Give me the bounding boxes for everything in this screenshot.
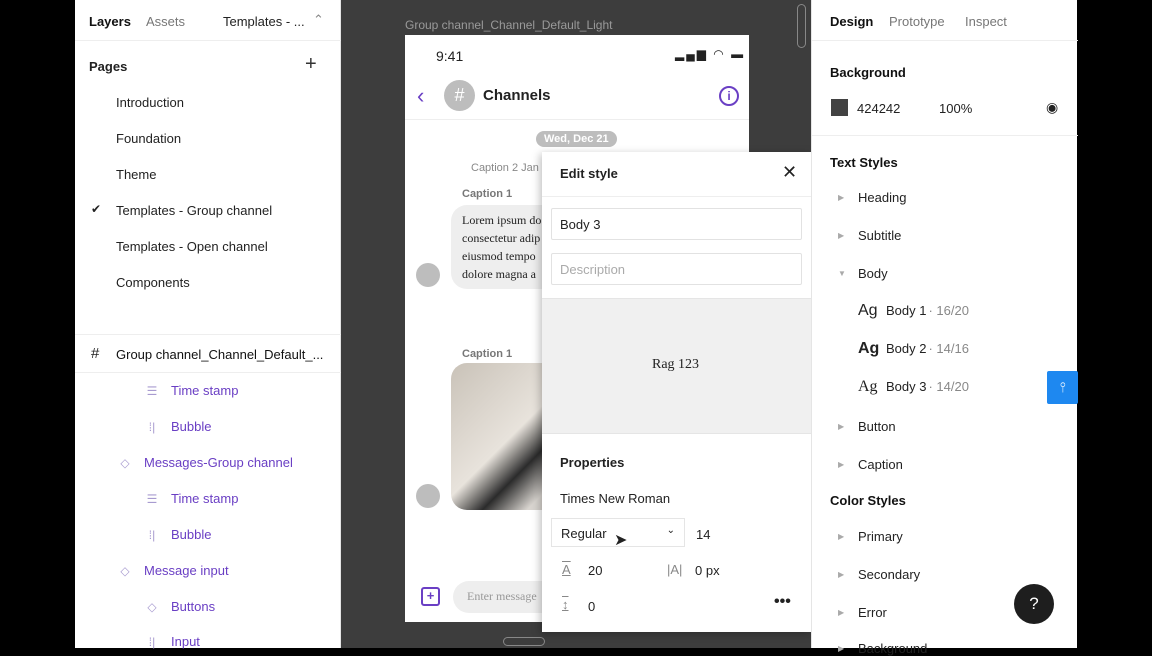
style-preview: Rag 123	[652, 357, 700, 372]
line-height-icon: A	[562, 562, 571, 577]
component-instance-icon: ◇	[120, 563, 130, 578]
dialog-title: Edit style	[560, 166, 618, 181]
page-item[interactable]: Components	[116, 275, 190, 290]
chevron-down-icon: ⌄	[666, 525, 675, 536]
caption: Caption 2 Jan	[471, 162, 539, 174]
font-size-input[interactable]: 14	[696, 527, 710, 542]
letter-spacing-icon: |A|	[667, 562, 683, 577]
pages-title: Pages	[89, 59, 128, 74]
paragraph-spacing-icon: ↕	[562, 597, 569, 612]
text-lines-icon: ☰	[146, 383, 158, 398]
text-style-body-3[interactable]: Ag Body 3 · 14/20	[858, 378, 969, 396]
layer-item[interactable]: ◇ Buttons	[145, 599, 215, 614]
tab-inspect[interactable]: Inspect	[965, 14, 1007, 29]
tab-prototype[interactable]: Prototype	[889, 14, 945, 29]
color-swatch[interactable]	[831, 99, 848, 116]
color-group-error[interactable]: ▶ Error	[838, 605, 887, 620]
chevron-up-icon[interactable]: ⌃	[313, 12, 324, 28]
font-family-select[interactable]: Times New Roman	[560, 491, 670, 506]
edit-style-icon[interactable]: ⫯	[1047, 371, 1078, 404]
help-button[interactable]: ?	[1014, 584, 1054, 624]
auto-layout-icon: ⁞|	[148, 419, 156, 434]
sender-caption: Caption 1	[462, 348, 513, 360]
channel-avatar: #	[444, 80, 475, 111]
back-icon[interactable]: ‹	[417, 83, 424, 109]
component-instance-icon: ◇	[147, 599, 157, 614]
layer-item[interactable]: ⁞| Input	[145, 634, 200, 649]
canvas[interactable]: Group channel_Channel_Default_Light 9:41…	[341, 0, 811, 648]
page-item[interactable]: Templates - Open channel	[116, 239, 268, 254]
layer-item[interactable]: ☰ Time stamp	[145, 491, 239, 506]
text-styles-title: Text Styles	[830, 155, 898, 170]
user-avatar-icon	[416, 263, 440, 287]
page-dropdown[interactable]: Templates - ...	[223, 14, 305, 29]
paragraph-spacing-input[interactable]: 0	[588, 599, 595, 614]
auto-layout-icon: ⁞|	[148, 634, 156, 649]
more-options-icon[interactable]: •••	[774, 593, 791, 611]
layer-item[interactable]: ◇ Message input	[118, 563, 228, 578]
add-attachment-icon[interactable]: +	[421, 587, 440, 606]
properties-title: Properties	[560, 455, 625, 470]
style-group-caption[interactable]: ▶ Caption	[838, 457, 903, 472]
frame-label[interactable]: Group channel_Channel_Default_Light	[405, 18, 613, 32]
bg-opacity[interactable]: 100%	[939, 101, 972, 116]
tab-assets[interactable]: Assets	[146, 14, 185, 29]
page-item[interactable]: Theme	[116, 167, 156, 182]
info-icon[interactable]: i	[719, 86, 739, 106]
status-icons: ▂▄▆ ◠ ▬	[675, 47, 746, 61]
style-group-button[interactable]: ▶ Button	[838, 419, 896, 434]
style-group-body[interactable]: ▼ Body	[838, 266, 888, 281]
add-page-icon[interactable]: +	[305, 53, 317, 76]
design-panel: Design Prototype Inspect Background 4242…	[811, 0, 1078, 656]
tab-layers[interactable]: Layers	[89, 14, 131, 29]
sender-caption: Caption 1	[462, 188, 513, 200]
style-group-heading[interactable]: ▶ Heading	[838, 190, 906, 205]
scrollbar[interactable]	[797, 4, 806, 48]
status-time: 9:41	[436, 48, 464, 64]
page-item[interactable]: Foundation	[116, 131, 181, 146]
background-title: Background	[830, 65, 906, 80]
layer-item[interactable]: ◇ Messages-Group channel	[118, 455, 292, 470]
layers-panel: Layers Assets Templates - ... ⌃ Pages + …	[75, 0, 341, 649]
close-icon[interactable]: ✕	[782, 162, 797, 183]
color-group-secondary[interactable]: ▶ Secondary	[838, 567, 920, 582]
text-style-body-2[interactable]: Ag Body 2 · 14/16	[858, 340, 969, 358]
color-group-primary[interactable]: ▶ Primary	[838, 529, 903, 544]
layer-item[interactable]: ☰ Time stamp	[145, 383, 239, 398]
page-item[interactable]: Introduction	[116, 95, 184, 110]
layer-item[interactable]: ⁞| Bubble	[145, 527, 212, 542]
line-height-input[interactable]: 20	[588, 563, 602, 578]
eye-icon[interactable]: ◉	[1046, 99, 1058, 116]
channel-title: Channels	[483, 87, 551, 104]
text-lines-icon: ☰	[146, 491, 158, 506]
style-name-input[interactable]: Body 3	[551, 208, 802, 240]
scrollbar-horizontal[interactable]	[503, 637, 545, 646]
letter-spacing-input[interactable]: 0 px	[695, 563, 720, 578]
mouse-cursor: ➤	[614, 532, 628, 549]
layer-item[interactable]: ⁞| Bubble	[145, 419, 212, 434]
tab-design[interactable]: Design	[830, 14, 873, 29]
bg-color-hex[interactable]: 424242	[857, 101, 900, 116]
description-input[interactable]: Description	[551, 253, 802, 285]
user-avatar-icon	[416, 484, 440, 508]
edit-style-dialog: Edit style ✕ Body 3 Description Rag 123 …	[542, 152, 811, 632]
style-group-subtitle[interactable]: ▶ Subtitle	[838, 228, 901, 243]
auto-layout-icon: ⁞|	[148, 527, 156, 542]
text-style-body-1[interactable]: Ag Body 1 · 16/20	[858, 302, 969, 320]
page-item-current[interactable]: Templates - Group channel	[116, 203, 272, 218]
color-styles-title: Color Styles	[830, 493, 906, 508]
component-instance-icon: ◇	[120, 455, 130, 470]
color-group-background[interactable]: ▶ Background	[838, 641, 927, 656]
frame-icon: #	[91, 345, 100, 362]
layer-frame[interactable]: Group channel_Channel_Default_...	[116, 347, 323, 362]
date-badge: Wed, Dec 21	[536, 131, 617, 147]
check-icon: ✔	[91, 202, 102, 216]
